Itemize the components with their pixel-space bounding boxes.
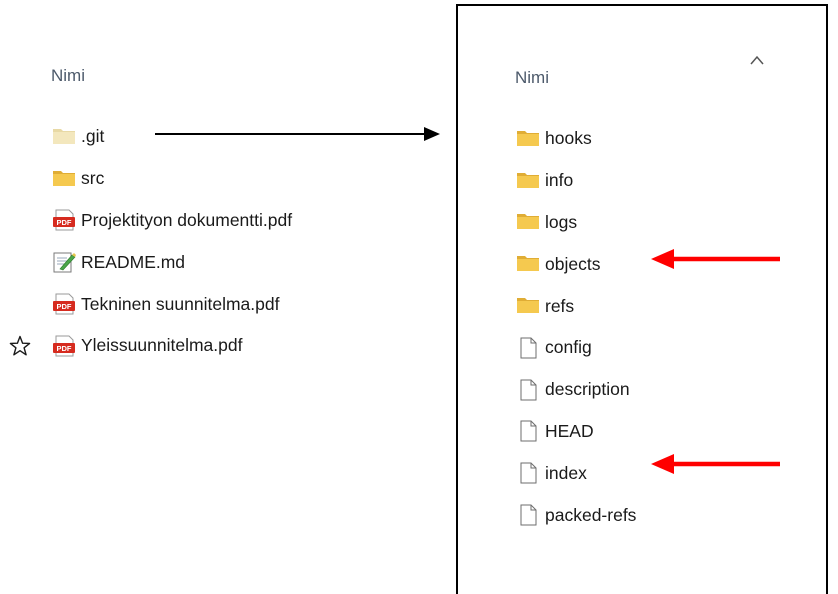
file-name-label: info — [545, 170, 574, 191]
pdf-icon: PDF — [52, 209, 76, 231]
file-row[interactable]: description — [516, 369, 636, 411]
name-column-header[interactable]: Nimi — [51, 66, 85, 86]
file-icon — [516, 379, 540, 401]
file-row[interactable]: PDF Projektityon dokumentti.pdf — [52, 200, 292, 242]
file-name-label: description — [545, 379, 630, 400]
file-name-label: packed-refs — [545, 504, 637, 525]
folder-icon — [516, 170, 540, 192]
file-name-label: hooks — [545, 128, 592, 149]
folder-icon — [52, 168, 76, 190]
pdf-icon: PDF — [52, 335, 76, 357]
file-name-label: refs — [545, 295, 575, 316]
file-name-label: Projektityon dokumentti.pdf — [81, 209, 293, 230]
markdown-file-icon — [52, 251, 76, 273]
svg-text:PDF: PDF — [57, 218, 72, 227]
file-name-label: HEAD — [545, 420, 594, 441]
file-row[interactable]: refs — [516, 285, 636, 327]
file-row[interactable]: README.md — [52, 241, 292, 283]
file-row[interactable]: hooks — [516, 118, 636, 160]
file-icon — [516, 337, 540, 359]
file-row[interactable]: config — [516, 327, 636, 369]
file-icon — [516, 462, 540, 484]
file-name-label: config — [545, 337, 592, 358]
file-name-label: index — [545, 462, 587, 483]
file-name-label: objects — [545, 253, 601, 274]
file-row[interactable]: packed-refs — [516, 494, 636, 536]
file-row[interactable]: HEAD — [516, 411, 636, 453]
file-row[interactable]: objects — [516, 243, 636, 285]
file-icon — [516, 420, 540, 442]
file-name-label: .git — [81, 126, 105, 147]
file-name-label: src — [81, 168, 105, 189]
svg-text:PDF: PDF — [57, 344, 72, 353]
folder-icon — [52, 126, 76, 148]
right-file-list: hooks info logs objects refs config descriptio… — [516, 118, 636, 536]
right-file-pane: Nimi hooks info logs objects refs config descr… — [456, 4, 828, 594]
pdf-icon: PDF — [52, 293, 76, 315]
star-icon — [9, 335, 31, 356]
file-row[interactable]: PDF Tekninen suunnitelma.pdf — [52, 283, 292, 325]
file-name-label: Yleissuunnitelma.pdf — [81, 335, 243, 356]
file-row[interactable]: PDF Yleissuunnitelma.pdf — [52, 325, 292, 367]
file-row[interactable]: logs — [516, 202, 636, 244]
file-row[interactable]: src — [52, 158, 292, 200]
folder-icon — [516, 211, 540, 233]
file-row[interactable]: .git — [52, 116, 292, 158]
file-row[interactable]: info — [516, 160, 636, 202]
file-name-label: README.md — [81, 251, 186, 272]
folder-icon — [516, 128, 540, 150]
left-file-pane: Nimi .git src PDF Projektityon dokumentti.p… — [0, 0, 440, 580]
file-name-label: Tekninen suunnitelma.pdf — [81, 293, 280, 314]
file-row[interactable]: index — [516, 452, 636, 494]
name-column-header[interactable]: Nimi — [515, 68, 549, 88]
file-name-label: logs — [545, 211, 578, 232]
file-icon — [516, 504, 540, 526]
left-file-list: .git src PDF Projektityon dokumentti.pdf REA… — [52, 116, 292, 367]
folder-icon — [516, 295, 540, 317]
folder-icon — [516, 253, 540, 275]
svg-text:PDF: PDF — [57, 302, 72, 311]
chevron-up-icon[interactable] — [749, 54, 765, 66]
